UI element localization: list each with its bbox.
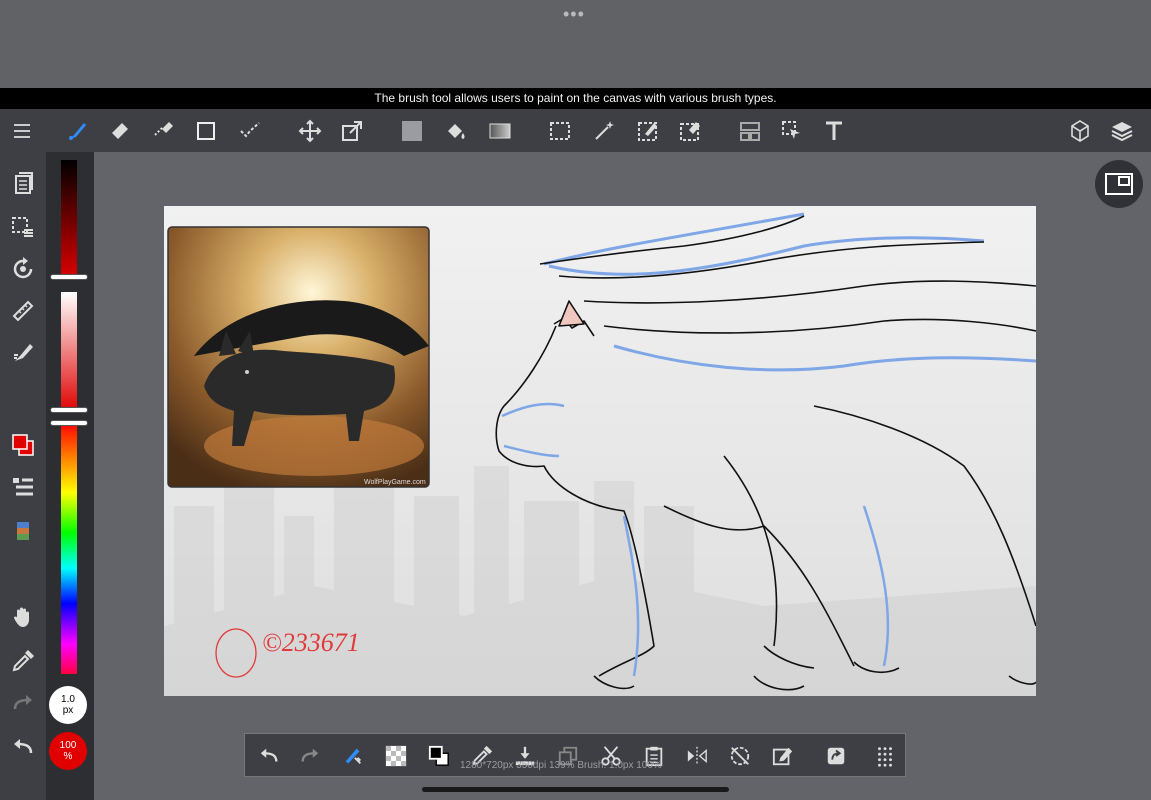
reference-watermark: WolfPlayGame.com <box>364 479 426 486</box>
eyedropper-icon[interactable] <box>8 646 38 676</box>
flip-icon[interactable] <box>683 742 711 770</box>
color-palette-icon[interactable] <box>8 516 38 546</box>
left-toolbar <box>0 152 46 800</box>
check-brush-icon[interactable] <box>234 115 266 147</box>
panel-layout-icon <box>1105 173 1133 195</box>
pages-icon[interactable] <box>8 168 38 198</box>
fill-rect-icon[interactable] <box>396 115 428 147</box>
opacity-value: 100 <box>59 740 77 751</box>
brush-settings-icon[interactable] <box>339 742 367 770</box>
3d-icon[interactable] <box>1064 115 1096 147</box>
layout-toggle-button[interactable] <box>1095 160 1143 208</box>
rectangle-icon[interactable] <box>190 115 222 147</box>
opacity-unit: % <box>63 751 73 762</box>
color-slider-panel: 1.0 px 100 % <box>46 152 94 800</box>
brush-size-unit: px <box>62 705 74 716</box>
saturation-slider[interactable] <box>61 292 77 412</box>
brush-size-value: 1.0 <box>61 694 75 705</box>
filter-brush-icon[interactable] <box>8 338 38 368</box>
grid-dots-icon[interactable] <box>871 742 899 770</box>
magic-wand-icon[interactable] <box>588 115 620 147</box>
reference-image: WolfPlayGame.com <box>167 226 430 488</box>
move-icon[interactable] <box>294 115 326 147</box>
share-icon[interactable] <box>822 742 850 770</box>
brightness-handle[interactable] <box>51 275 87 279</box>
canvas-status-text: 1280*720px 350dpi 139% Brush: 1.0px 100% <box>460 760 662 771</box>
text-icon[interactable] <box>818 115 850 147</box>
opacity-button[interactable]: 100 % <box>49 732 87 770</box>
bucket-icon[interactable] <box>440 115 472 147</box>
saturation-handle[interactable] <box>51 408 87 412</box>
redo-icon[interactable] <box>296 742 324 770</box>
home-indicator[interactable] <box>422 787 729 792</box>
canvas-artwork: WolfPlayGame.com ©233671 <box>164 206 1036 696</box>
gradient-icon[interactable] <box>484 115 516 147</box>
eraser-icon[interactable] <box>104 115 136 147</box>
main-toolbar <box>0 109 1151 152</box>
rotate-off-icon[interactable] <box>726 742 754 770</box>
select-eraser-icon[interactable] <box>674 115 706 147</box>
layer-list-icon[interactable] <box>8 472 38 502</box>
color-swap-icon[interactable] <box>425 742 453 770</box>
lasso-eraser-icon[interactable] <box>148 115 180 147</box>
hue-slider[interactable] <box>61 422 77 674</box>
top-status-area: ••• <box>0 0 1151 88</box>
undo-icon[interactable] <box>8 732 38 762</box>
menu-icon[interactable] <box>6 115 38 147</box>
layers-icon[interactable] <box>1106 115 1138 147</box>
signature-text: ©233671 <box>262 628 360 657</box>
frame-icon[interactable] <box>734 115 766 147</box>
bottom-toolbar: 1280*720px 350dpi 139% Brush: 1.0px 100% <box>244 733 906 777</box>
select-arrow-icon[interactable] <box>776 115 808 147</box>
brush-size-button[interactable]: 1.0 px <box>49 686 87 724</box>
redo-icon[interactable] <box>8 688 38 718</box>
selection-list-icon[interactable] <box>8 212 38 242</box>
drawing-canvas[interactable]: WolfPlayGame.com ©233671 <box>164 206 1036 696</box>
edit-icon[interactable] <box>769 742 797 770</box>
tooltip-bar: The brush tool allows users to paint on … <box>0 88 1151 109</box>
select-pen-icon[interactable] <box>632 115 664 147</box>
rotate-icon[interactable] <box>8 254 38 284</box>
select-rect-icon[interactable] <box>544 115 576 147</box>
hand-icon[interactable] <box>8 602 38 632</box>
hue-handle[interactable] <box>51 421 87 425</box>
color-swatch-icon[interactable] <box>8 430 38 460</box>
undo-icon[interactable] <box>255 742 283 770</box>
transform-icon[interactable] <box>336 115 368 147</box>
transparency-icon[interactable] <box>382 742 410 770</box>
brightness-slider[interactable] <box>61 160 77 280</box>
more-dots-icon[interactable]: ••• <box>563 4 585 25</box>
brush-icon[interactable] <box>62 115 94 147</box>
ruler-icon[interactable] <box>8 296 38 326</box>
